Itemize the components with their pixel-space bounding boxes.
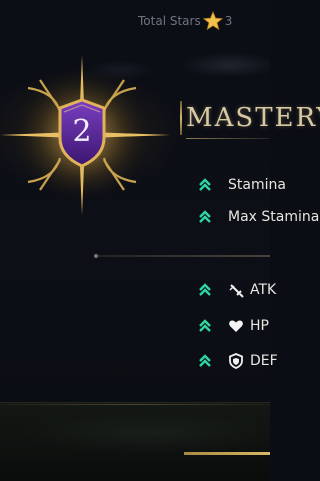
bonus-label: HP: [250, 318, 269, 334]
bonus-row-max-stamina: Max Stamina: [198, 206, 319, 228]
mastery-title-text: MASTERY: [186, 103, 320, 133]
mastery-title: MASTERY: [180, 98, 320, 138]
mastery-level-number: 2: [72, 114, 92, 149]
star-icon: [202, 11, 223, 31]
total-stars-counter: Total Stars 3: [138, 10, 232, 32]
double-chevron-up-icon: [199, 283, 211, 296]
bonus-label: DEF: [250, 353, 278, 369]
heart-icon: [229, 320, 243, 332]
divider-dot: [94, 254, 98, 258]
ground-edge-line: [0, 404, 270, 405]
title-underline: [186, 138, 270, 139]
bonus-label: Stamina: [228, 177, 286, 193]
bonus-row-stamina: Stamina: [198, 174, 286, 196]
shield-icon: [229, 353, 243, 369]
title-accent-bar: [180, 101, 182, 135]
sword-icon: [229, 284, 244, 298]
total-stars-value: 3: [224, 14, 233, 28]
bonus-row-def: DEF: [198, 350, 278, 372]
double-chevron-up-icon: [199, 319, 211, 332]
bonus-label: ATK: [250, 282, 277, 298]
ground-layer: [0, 402, 270, 481]
double-chevron-up-icon: [199, 354, 211, 367]
total-stars-label: Total Stars: [138, 14, 201, 28]
section-divider: [94, 254, 270, 258]
double-chevron-up-icon: [199, 178, 211, 191]
bottom-accent-bar: [184, 452, 270, 455]
bonus-row-atk: ATK: [198, 279, 276, 301]
bonus-row-hp: HP: [198, 315, 269, 337]
double-chevron-up-icon: [199, 210, 211, 223]
bonus-label: Max Stamina: [228, 209, 320, 225]
